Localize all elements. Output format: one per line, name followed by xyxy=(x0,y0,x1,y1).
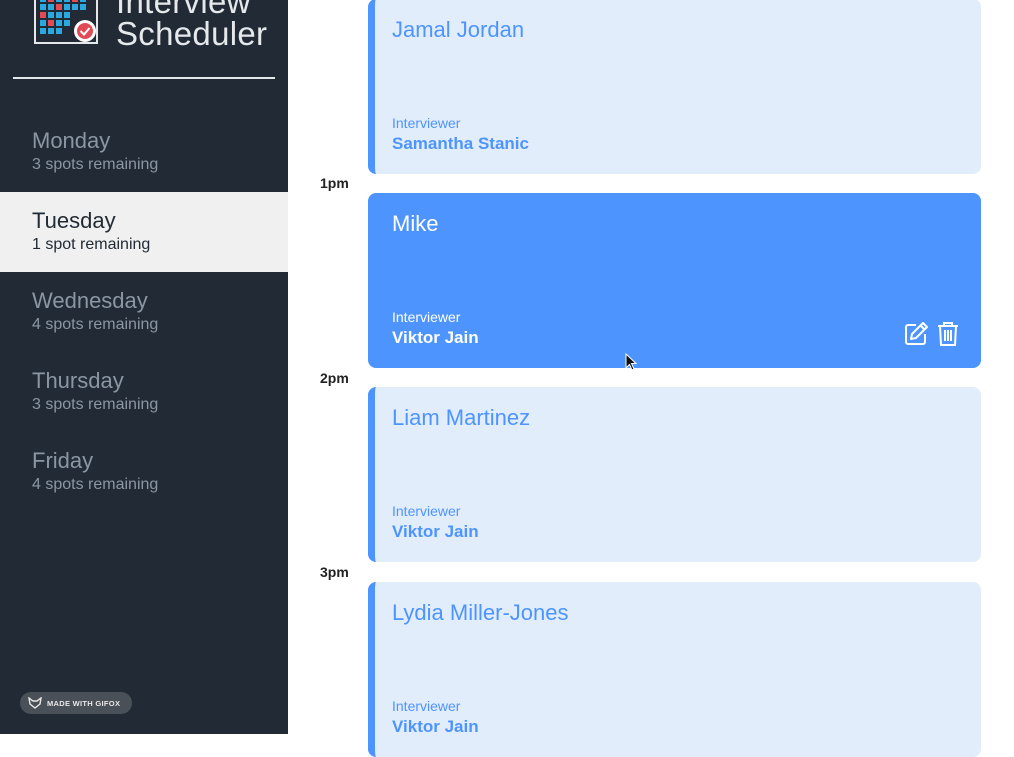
edit-icon[interactable] xyxy=(903,321,929,347)
day-spots: 4 spots remaining xyxy=(32,476,159,493)
interviewer-label: Interviewer xyxy=(392,698,461,714)
student-name: Lydia Miller-Jones xyxy=(392,600,569,625)
day-name: Thursday xyxy=(32,368,124,393)
day-item-monday[interactable]: Monday 3 spots remaining xyxy=(0,112,288,192)
day-list: Monday 3 spots remaining Tuesday 1 spot … xyxy=(0,112,288,512)
time-label: 2pm xyxy=(320,370,349,386)
interviewer-label: Interviewer xyxy=(392,115,461,131)
gifox-badge-label: MADE WITH GIFOX xyxy=(47,698,121,708)
mouse-cursor-icon xyxy=(625,352,638,376)
appointment-card[interactable]: Lydia Miller-Jones Interviewer Viktor Ja… xyxy=(368,582,981,757)
time-label: 1pm xyxy=(320,175,349,191)
interviewer-label: Interviewer xyxy=(392,503,461,519)
day-name: Wednesday xyxy=(32,288,148,313)
day-item-wednesday[interactable]: Wednesday 4 spots remaining xyxy=(0,272,288,352)
student-name: Mike xyxy=(392,211,439,236)
day-item-thursday[interactable]: Thursday 3 spots remaining xyxy=(0,352,288,432)
day-spots: 4 spots remaining xyxy=(32,316,159,333)
sidebar-divider xyxy=(13,77,275,79)
student-name: Jamal Jordan xyxy=(392,17,525,42)
day-item-tuesday[interactable]: Tuesday 1 spot remaining xyxy=(0,192,288,272)
day-spots: 1 spot remaining xyxy=(32,236,151,253)
app-title-line2: Scheduler xyxy=(116,15,268,52)
trash-icon[interactable] xyxy=(937,321,959,347)
day-name: Tuesday xyxy=(32,208,116,233)
day-name: Friday xyxy=(32,448,94,473)
sidebar: Interview Scheduler Monday 3 spots remai… xyxy=(0,0,288,734)
fox-icon xyxy=(28,697,42,709)
appointment-actions xyxy=(903,321,959,347)
appointment-card-active[interactable]: Mike Interviewer Viktor Jain xyxy=(368,193,981,368)
app-title: Interview Scheduler xyxy=(116,0,267,50)
interviewer-name: Samantha Stanic xyxy=(392,134,529,153)
day-name: Monday xyxy=(32,128,111,153)
interviewer-name: Viktor Jain xyxy=(392,328,479,347)
interviewer-label: Interviewer xyxy=(392,309,461,325)
schedule: 1pm 2pm 3pm Jamal Jordan Interviewer Sam… xyxy=(288,0,1014,757)
day-item-friday[interactable]: Friday 4 spots remaining xyxy=(0,432,288,512)
calendar-logo-icon xyxy=(34,0,100,51)
interviewer-name: Viktor Jain xyxy=(392,717,479,736)
day-spots: 3 spots remaining xyxy=(32,156,159,173)
time-label: 3pm xyxy=(320,564,349,580)
appointment-card[interactable]: Jamal Jordan Interviewer Samantha Stanic xyxy=(368,0,981,174)
student-name: Liam Martinez xyxy=(392,405,531,430)
gifox-badge: MADE WITH GIFOX xyxy=(20,692,132,714)
day-spots: 3 spots remaining xyxy=(32,396,159,413)
appointment-card[interactable]: Liam Martinez Interviewer Viktor Jain xyxy=(368,387,981,562)
interviewer-name: Viktor Jain xyxy=(392,522,479,541)
